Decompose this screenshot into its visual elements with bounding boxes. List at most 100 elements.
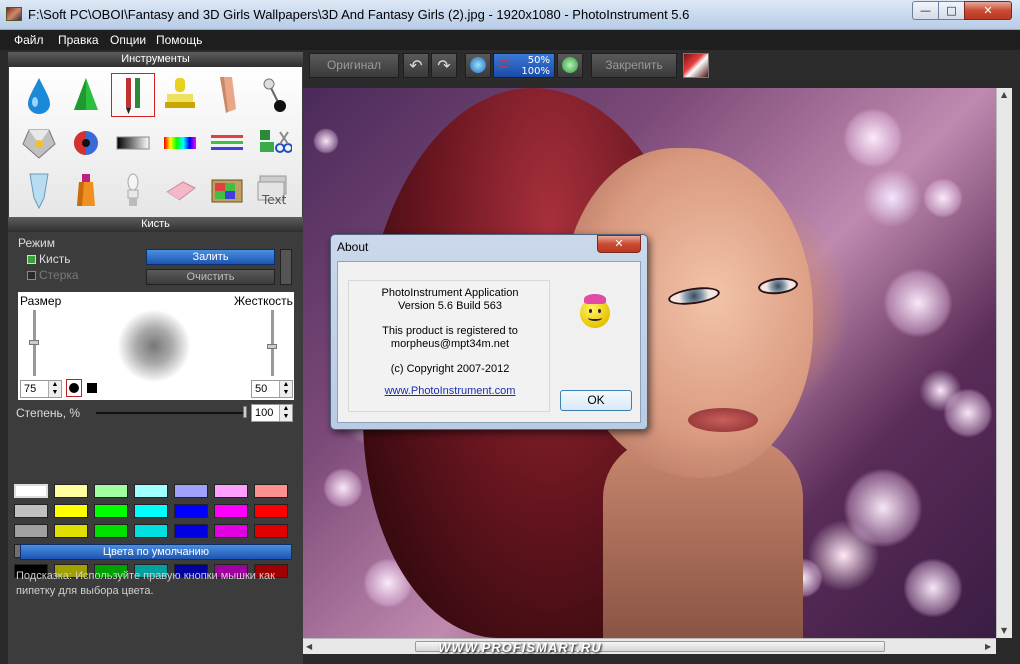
about-dialog: About ✕ PhotoInstrument Application Vers… (330, 234, 648, 430)
color-swatch[interactable] (254, 484, 288, 498)
default-colors-button[interactable]: Цвета по умолчанию (20, 544, 292, 560)
window-title: F:\Soft PC\OBOI\Fantasy and 3D Girls Wal… (28, 7, 690, 22)
color-swatch[interactable] (254, 504, 288, 518)
color-swatch[interactable] (94, 484, 128, 498)
brush-tool-icon[interactable] (111, 73, 155, 117)
stamp-tool-icon[interactable] (158, 73, 202, 117)
color-swatch[interactable] (54, 504, 88, 518)
size-spinner[interactable]: 75 ▲ ▼ (20, 380, 62, 398)
rainbow-tool-icon[interactable] (158, 121, 202, 165)
color-swatch[interactable] (14, 524, 48, 538)
fill-button[interactable]: Залить (146, 249, 275, 265)
zoom-out-icon[interactable] (557, 53, 583, 78)
mode-label: Режим (18, 236, 55, 250)
degree-spinner[interactable]: 100 ▲ ▼ (251, 404, 293, 422)
hardness-label: Жесткость (234, 294, 293, 308)
color-swatch[interactable] (214, 524, 248, 538)
drop-tool-icon[interactable] (17, 73, 61, 117)
brush-preview-box: Размер Жесткость 75 ▲ ▼ 50 ▲ ▼ (18, 292, 294, 400)
minimize-button[interactable]: — (912, 1, 939, 20)
hint-line-2: пипетку для выбора цвета. (16, 585, 154, 597)
tube-tool-icon[interactable] (17, 169, 61, 213)
cone-tool-icon[interactable] (64, 73, 108, 117)
color-swatch[interactable] (254, 524, 288, 538)
maximize-button[interactable]: □ (938, 1, 965, 20)
svg-text:Text: Text (261, 193, 287, 207)
scroll-left-icon[interactable]: ◀ (306, 642, 312, 651)
gem-tool-icon[interactable] (17, 121, 61, 165)
about-email: morpheus@mpt34m.net (390, 338, 510, 350)
bulb-tool-icon[interactable] (111, 169, 155, 213)
about-version: Version 5.6 Build 563 (398, 300, 502, 312)
lines-tool-icon[interactable] (205, 121, 249, 165)
original-button[interactable]: Оригинал (309, 53, 399, 78)
menu-help[interactable]: Помощь (156, 33, 202, 47)
color-swatch[interactable] (54, 484, 88, 498)
close-button[interactable]: ✕ (964, 1, 1012, 20)
about-app-name: PhotoInstrument Application (381, 287, 519, 299)
undo-icon[interactable]: ↶ (403, 53, 429, 78)
hardness-slider-thumb[interactable] (267, 344, 277, 349)
color-swatch[interactable] (174, 524, 208, 538)
about-website-link[interactable]: www.PhotoInstrument.com (349, 385, 551, 397)
hardness-spinner[interactable]: 50 ▲ ▼ (251, 380, 293, 398)
round-brush-icon[interactable] (66, 379, 82, 397)
gradient-tool-icon[interactable] (111, 121, 155, 165)
size-slider-thumb[interactable] (29, 340, 39, 345)
mini-slider[interactable] (280, 249, 292, 285)
dialog-close-button[interactable]: ✕ (597, 235, 641, 253)
brush-checkbox[interactable] (27, 255, 36, 264)
horizontal-scrollbar[interactable]: ◀ ▶ (303, 638, 996, 654)
watermark: WWW.PROFISMART.RU (438, 640, 602, 655)
menu-options[interactable]: Опции (110, 33, 146, 47)
color-swatch[interactable] (134, 524, 168, 538)
thumbnail-icon[interactable] (683, 53, 709, 78)
eraser-checkbox[interactable] (27, 271, 36, 280)
color-swatch[interactable] (174, 484, 208, 498)
brush-panel-title: Кисть (8, 217, 303, 232)
menu-edit[interactable]: Правка (58, 33, 99, 47)
color-swatch[interactable] (94, 524, 128, 538)
color-swatch[interactable] (14, 504, 48, 518)
hardness-slider-track[interactable] (271, 310, 274, 376)
menu-file[interactable]: Файл (14, 33, 44, 47)
text-tool-icon[interactable]: Text (252, 169, 296, 213)
top-toolbar: Оригинал ↶ ↷ ⊂ 50% 100% Закрепить (303, 50, 1020, 80)
smiley-icon (580, 294, 610, 328)
color-swatch[interactable] (214, 484, 248, 498)
scroll-right-icon[interactable]: ▶ (985, 642, 991, 651)
color-swatch[interactable] (174, 504, 208, 518)
ok-button[interactable]: OK (560, 390, 632, 411)
color-swatch[interactable] (14, 484, 48, 498)
square-brush-icon[interactable] (87, 383, 97, 393)
scissors-tool-icon[interactable] (252, 121, 296, 165)
about-info-box: PhotoInstrument Application Version 5.6 … (348, 280, 550, 412)
color-swatch[interactable] (54, 524, 88, 538)
vertical-scrollbar[interactable]: ▲ ▼ (996, 88, 1012, 638)
title-bar: F:\Soft PC\OBOI\Fantasy and 3D Girls Wal… (0, 0, 1020, 30)
tv-tool-icon[interactable] (205, 169, 249, 213)
pin-button[interactable]: Закрепить (591, 53, 677, 78)
degree-slider-thumb[interactable] (243, 406, 247, 418)
eye-tool-icon[interactable] (64, 121, 108, 165)
degree-label: Степень, % (16, 406, 81, 420)
clear-button[interactable]: Очистить (146, 269, 275, 285)
scroll-down-icon[interactable]: ▼ (1001, 626, 1007, 635)
scroll-up-icon[interactable]: ▲ (1001, 90, 1007, 99)
zoom-indicator[interactable]: ⊂ 50% 100% (493, 53, 555, 78)
color-swatch[interactable] (94, 504, 128, 518)
size-label: Размер (20, 294, 62, 308)
color-swatch[interactable] (134, 484, 168, 498)
pin-tool-icon[interactable] (252, 73, 296, 117)
bottle-tool-icon[interactable] (64, 169, 108, 213)
dialog-body: PhotoInstrument Application Version 5.6 … (337, 261, 641, 423)
tools-panel-title: Инструменты (8, 52, 303, 67)
redo-icon[interactable]: ↷ (431, 53, 457, 78)
tools-grid: Text (9, 67, 302, 217)
color-swatch[interactable] (134, 504, 168, 518)
color-swatch[interactable] (214, 504, 248, 518)
degree-slider-track[interactable] (96, 412, 246, 414)
eraser-tool-icon[interactable] (158, 169, 202, 213)
finger-tool-icon[interactable] (205, 73, 249, 117)
zoom-in-icon[interactable] (465, 53, 491, 78)
